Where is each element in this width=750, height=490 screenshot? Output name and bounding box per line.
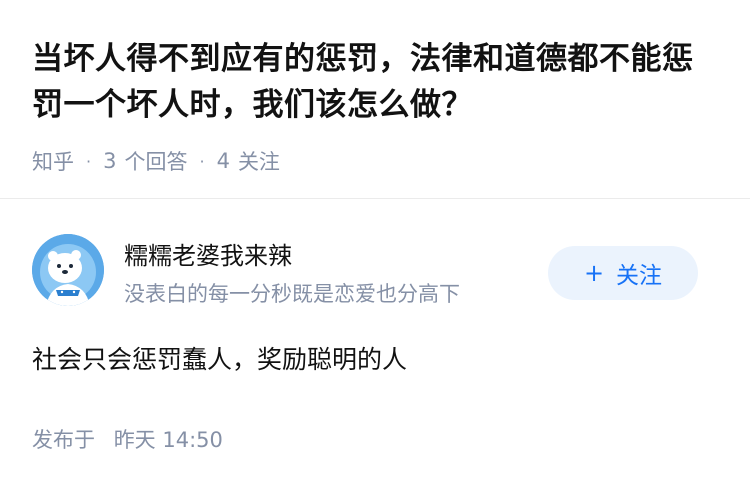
answer-count-label[interactable]: 个回答 bbox=[124, 146, 187, 176]
question-title[interactable]: 当坏人得不到应有的惩罚，法律和道德都不能惩罚一个坏人时，我们该怎么做？ bbox=[32, 36, 722, 128]
follower-count-label[interactable]: 关注 bbox=[238, 146, 280, 176]
question-meta: 知乎 · 3 个回答 · 4 关注 bbox=[32, 146, 280, 176]
separator-dot: · bbox=[199, 151, 205, 171]
follower-count[interactable]: 4 bbox=[217, 149, 230, 173]
author-name[interactable]: 糯糯老婆我来辣 bbox=[124, 236, 292, 271]
author-bio: 没表白的每一分秒既是恋爱也分高下 bbox=[124, 282, 460, 306]
answer-text[interactable]: 社会只会惩罚蠢人，奖励聪明的人 bbox=[32, 340, 407, 376]
posted-prefix: 发布于 bbox=[32, 428, 95, 452]
author-avatar[interactable] bbox=[32, 234, 104, 306]
follow-button-label: 关注 bbox=[616, 263, 663, 289]
follow-button[interactable]: + 关注 bbox=[548, 246, 698, 300]
answer-count[interactable]: 3 bbox=[103, 149, 116, 173]
posted-info: 发布于 昨天 14:50 bbox=[32, 424, 223, 454]
separator-dot: · bbox=[86, 151, 92, 171]
posted-time: 昨天 14:50 bbox=[113, 428, 223, 452]
cartoon-polar-bear-avatar-icon bbox=[32, 234, 104, 306]
source-label[interactable]: 知乎 bbox=[32, 146, 74, 176]
section-divider bbox=[0, 198, 750, 199]
author-card: 糯糯老婆我来辣 没表白的每一分秒既是恋爱也分高下 + 关注 bbox=[32, 234, 722, 310]
plus-icon: + bbox=[583, 259, 605, 287]
